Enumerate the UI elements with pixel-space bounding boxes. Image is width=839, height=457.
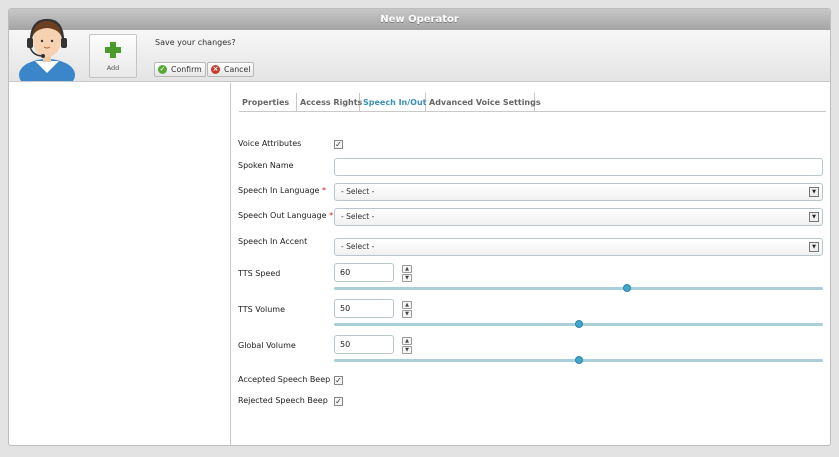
tts-speed-label: TTS Speed [238, 269, 281, 278]
speech-in-language-text: Speech In Language [238, 186, 320, 195]
chevron-up-icon[interactable]: ▲ [402, 301, 412, 309]
tab-label: Properties [242, 98, 290, 107]
tab-speech-in-out[interactable]: Speech In/Out [360, 93, 426, 112]
global-volume-input[interactable]: 50 [334, 335, 394, 354]
tts-speed-input[interactable]: 60 [334, 263, 394, 282]
voice-attributes-checkbox[interactable]: ✓ [334, 140, 343, 149]
tts-volume-slider[interactable] [334, 320, 823, 328]
slider-thumb[interactable] [574, 320, 583, 328]
tts-speed-slider[interactable] [334, 284, 823, 292]
tts-volume-label: TTS Volume [238, 305, 286, 314]
accepted-speech-beep-checkbox[interactable]: ✓ [334, 376, 343, 385]
check-circle-icon: ✓ [158, 65, 167, 74]
action-header: Add Save your changes? ✓ Confirm × Cance… [9, 18, 830, 82]
operator-avatar-icon [19, 18, 75, 81]
global-volume-slider[interactable] [334, 356, 823, 364]
tab-label: Advanced Voice Settings [429, 98, 541, 107]
speech-in-language-label: Speech In Language * [238, 186, 326, 195]
voice-attributes-label: Voice Attributes [238, 139, 302, 148]
required-mark: * [329, 211, 334, 220]
plus-icon [105, 42, 121, 58]
select-value: - Select - [341, 242, 375, 251]
chevron-down-icon: ▼ [809, 242, 819, 252]
speech-out-language-text: Speech Out Language [238, 211, 327, 220]
cancel-button[interactable]: × Cancel [207, 62, 254, 77]
chevron-up-icon[interactable]: ▲ [402, 337, 412, 345]
speech-in-accent-label: Speech In Accent [238, 237, 308, 246]
select-value: - Select - [341, 212, 375, 221]
tab-bar: Properties Access Rights Speech In/Out A… [239, 93, 826, 112]
speech-out-language-label: Speech Out Language * [238, 211, 333, 220]
slider-thumb[interactable] [574, 356, 583, 364]
spoken-name-label: Spoken Name [238, 161, 294, 170]
tab-label: Access Rights [300, 98, 363, 107]
operator-window: New Operator Add Save your changes? ✓ Co… [8, 8, 831, 446]
chevron-down-icon[interactable]: ▼ [402, 310, 412, 318]
tab-properties[interactable]: Properties [239, 93, 297, 112]
rejected-speech-beep-label: Rejected Speech Beep [238, 396, 328, 405]
chevron-down-icon[interactable]: ▼ [402, 346, 412, 354]
x-circle-icon: × [211, 65, 220, 74]
speech-in-language-select[interactable]: - Select - ▼ [334, 183, 823, 201]
confirm-button[interactable]: ✓ Confirm [154, 62, 206, 77]
global-volume-label: Global Volume [238, 341, 296, 350]
accepted-speech-beep-label: Accepted Speech Beep [238, 375, 331, 384]
tab-access-rights[interactable]: Access Rights [297, 93, 363, 112]
operator-list-panel [9, 83, 231, 445]
select-value: - Select - [341, 187, 375, 196]
cancel-label: Cancel [224, 65, 251, 74]
window-title: New Operator [9, 9, 830, 30]
chevron-up-icon[interactable]: ▲ [402, 265, 412, 273]
slider-thumb[interactable] [623, 284, 632, 292]
chevron-down-icon[interactable]: ▼ [402, 274, 412, 282]
chevron-down-icon: ▼ [809, 187, 819, 197]
tts-volume-input[interactable]: 50 [334, 299, 394, 318]
speech-out-language-select[interactable]: - Select - ▼ [334, 208, 823, 226]
spoken-name-field[interactable] [334, 158, 823, 176]
chevron-down-icon: ▼ [809, 212, 819, 222]
add-label: Add [106, 64, 120, 72]
tab-label: Speech In/Out [363, 98, 427, 107]
rejected-speech-beep-checkbox[interactable]: ✓ [334, 397, 343, 406]
confirm-label: Confirm [171, 65, 202, 74]
speech-in-accent-select[interactable]: - Select - ▼ [334, 238, 823, 256]
save-prompt: Save your changes? [155, 38, 236, 47]
add-button[interactable]: Add [89, 34, 137, 78]
tab-advanced-voice-settings[interactable]: Advanced Voice Settings [426, 93, 541, 112]
required-mark: * [322, 186, 327, 195]
